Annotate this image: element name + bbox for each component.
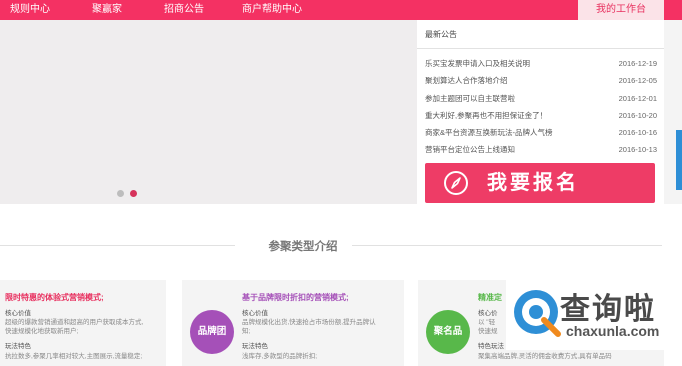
announcement-date: 2016-12-01 xyxy=(618,94,657,103)
watermark-url: chaxunla.com xyxy=(566,323,660,339)
announcement-title[interactable]: 重大利好,参聚再也不用担保证金了！ xyxy=(425,109,547,123)
announcements-title: 最新公告 xyxy=(425,30,457,39)
announcement-item[interactable]: 乐买宝发票申请入口及相关说明 2016-12-19 xyxy=(425,57,657,71)
announcement-item[interactable]: 商家&平台资源互换新玩法-品牌人气榜 2016-10-16 xyxy=(425,126,657,140)
card-text: 品牌规模化出货,快速抢占市场份额,提升品牌认 xyxy=(242,319,376,326)
card-heading: 基于品牌限时折扣的营销模式; xyxy=(242,293,349,302)
side-float-tab[interactable] xyxy=(676,130,682,190)
card-text: 浅库存,多款型的品牌折扣; xyxy=(242,353,318,360)
card-text: 聚集高端品牌,灵活的佣金收费方式,具有单品码 xyxy=(478,353,612,360)
card-text: 超级的爆款营销通道和超高的用户获取成本方式, xyxy=(5,319,144,326)
card-label: 核心价 xyxy=(478,310,498,317)
announcement-date: 2016-10-13 xyxy=(618,145,657,154)
section-divider-right xyxy=(352,245,662,246)
card-text: 快速规模化地获取新用户; xyxy=(5,328,79,335)
card-label: 玩法特色 xyxy=(5,343,31,350)
card-text: 知; xyxy=(242,328,251,335)
announcement-date: 2016-10-16 xyxy=(618,128,657,137)
section-divider-left xyxy=(0,245,235,246)
nav-edge xyxy=(664,0,682,20)
card-label: 特色玩法 xyxy=(478,343,504,350)
nav-item-juyingjia[interactable]: 聚赢家 xyxy=(92,3,122,17)
nav-item-announcements[interactable]: 招商公告 xyxy=(164,3,204,17)
announcement-title[interactable]: 参加主题团可以自主联营啦 xyxy=(425,92,515,106)
compass-icon xyxy=(444,171,468,195)
announcement-item[interactable]: 重大利好,参聚再也不用担保证金了！ 2016-10-20 xyxy=(425,109,657,123)
famous-brand-badge: 聚名品 xyxy=(426,310,470,354)
nav-item-rules[interactable]: 规则中心 xyxy=(10,3,50,17)
card-text: 抗拉数多,参聚几率相对较大,主图展示,流量稳定; xyxy=(5,353,143,360)
section-title: 参聚类型介绍 xyxy=(268,241,338,253)
carousel-dot-1[interactable] xyxy=(117,190,124,197)
announcement-title[interactable]: 乐买宝发票申请入口及相关说明 xyxy=(425,57,530,71)
type-card-brand-group[interactable]: 品牌团 基于品牌限时折扣的营销模式; 核心价值 品牌规模化出货,快速抢占市场份额… xyxy=(182,280,404,366)
announcement-item[interactable]: 营销平台定位公告上线通知 2016-10-13 xyxy=(425,143,657,157)
watermark-text: 查询啦 xyxy=(560,293,656,326)
card-label: 核心价值 xyxy=(242,310,268,317)
signup-label: 我要报名 xyxy=(487,172,579,194)
announcement-date: 2016-12-19 xyxy=(618,59,657,68)
nav-item-help-center[interactable]: 商户帮助中心 xyxy=(242,3,302,17)
signup-button[interactable]: 我要报名 xyxy=(425,163,655,203)
type-card-limited-offer[interactable]: 限时特惠的体验式营销模式; 核心价值 超级的爆款营销通道和超高的用户获取成本方式… xyxy=(0,280,166,366)
announcement-title[interactable]: 商家&平台资源互换新玩法-品牌人气榜 xyxy=(425,126,553,140)
announcement-date: 2016-10-20 xyxy=(618,111,657,120)
card-heading: 限时特惠的体验式营销模式; xyxy=(5,293,104,302)
my-workbench-button[interactable]: 我的工作台 xyxy=(578,0,664,20)
announcement-date: 2016-12-05 xyxy=(618,76,657,85)
top-nav: 规则中心 聚赢家 招商公告 商户帮助中心 我的工作台 xyxy=(0,0,682,20)
card-label: 核心价值 xyxy=(5,310,31,317)
announcement-item[interactable]: 聚划算达人合作落地介绍 2016-12-05 xyxy=(425,74,657,88)
card-label: 玩法特色 xyxy=(242,343,268,350)
brand-group-badge: 品牌团 xyxy=(190,310,234,354)
card-heading: 精准定 xyxy=(478,293,502,302)
announcement-title[interactable]: 营销平台定位公告上线通知 xyxy=(425,143,515,157)
announcement-item[interactable]: 参加主题团可以自主联营啦 2016-12-01 xyxy=(425,92,657,106)
card-text: 快速规 xyxy=(478,328,498,335)
announcement-title[interactable]: 聚划算达人合作落地介绍 xyxy=(425,74,508,88)
card-text: 以 "轻 xyxy=(478,319,496,326)
carousel-dot-2-active[interactable] xyxy=(130,190,137,197)
divider xyxy=(417,48,664,49)
